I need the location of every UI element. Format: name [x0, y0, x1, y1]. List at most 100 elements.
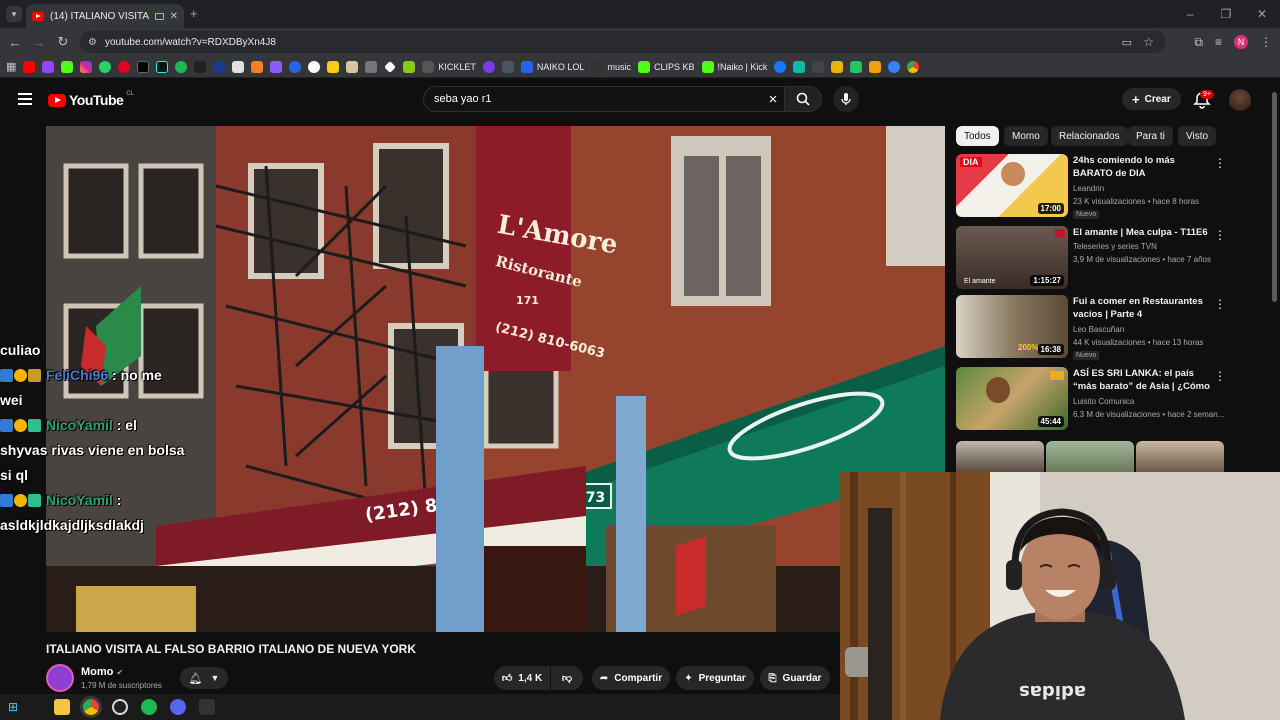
tab-close-icon[interactable]: ✕ — [170, 11, 178, 22]
bookmark-yellow-icon[interactable] — [327, 60, 340, 73]
bookmark-lime-icon[interactable] — [850, 60, 863, 73]
profile-avatar[interactable]: N — [1234, 35, 1248, 49]
media-controls-icon[interactable]: ≡ — [1215, 35, 1222, 49]
chip-relacionados[interactable]: Relacionados — [1051, 126, 1128, 146]
site-info-icon[interactable]: ⚙ — [88, 37, 97, 48]
chip-para-ti[interactable]: Para ti — [1128, 126, 1173, 146]
apps-grid-icon[interactable]: ▦ — [6, 60, 16, 73]
bookmark-tiktok-icon[interactable] — [156, 60, 169, 73]
more-options-icon[interactable]: ⋮ — [1214, 228, 1226, 242]
microphone-icon — [841, 93, 851, 105]
bookmark-instagram-icon[interactable] — [80, 60, 93, 73]
bookmark-clips-kb[interactable]: CLIPS KB — [637, 60, 695, 73]
clear-search-icon[interactable]: × — [761, 91, 785, 108]
account-avatar[interactable] — [1229, 89, 1251, 111]
bookmark-steam-icon[interactable] — [308, 60, 321, 73]
bookmark-diamond-icon[interactable] — [384, 60, 397, 73]
forward-icon[interactable]: → — [27, 35, 51, 50]
tab-search-icon[interactable]: ▾ — [6, 6, 22, 22]
chat-text-continued: wei — [0, 392, 23, 408]
bookmark-green-icon[interactable] — [403, 60, 416, 73]
ask-button[interactable]: ✦ Preguntar — [676, 666, 754, 690]
bookmark-youtube-icon[interactable] — [23, 60, 36, 73]
chrome-taskbar-icon[interactable] — [83, 699, 100, 715]
recommended-video[interactable]: DIA 17:00 24hs comiendo lo más BARATO de… — [956, 154, 1226, 219]
recommended-video[interactable]: 45:44 ASÍ ES SRI LANKA: el país “más bar… — [956, 367, 1226, 431]
share-button[interactable]: ➦ Compartir — [592, 666, 670, 690]
shorts-thumbnail[interactable] — [1136, 441, 1224, 472]
bookmark-pinterest-icon[interactable] — [118, 60, 131, 73]
windows-start-icon[interactable]: ⊞ — [8, 700, 18, 714]
spotify-taskbar-icon[interactable] — [141, 699, 158, 715]
obs-taskbar-icon[interactable] — [112, 699, 129, 715]
search-input[interactable]: seba yao r1 × — [423, 86, 786, 112]
like-button[interactable]: 👍︎ 1,4 K — [494, 666, 550, 690]
more-options-icon[interactable]: ⋮ — [1214, 369, 1226, 383]
bookmark-purple-icon[interactable] — [482, 60, 495, 73]
youtube-logo[interactable]: YouTube CL — [48, 91, 134, 108]
bookmark-swirl-icon[interactable] — [888, 60, 901, 73]
shorts-thumbnail[interactable] — [1046, 441, 1134, 472]
bookmark-search-icon[interactable] — [289, 60, 302, 73]
tab-audio-icon[interactable] — [154, 12, 164, 20]
subscription-bell-button[interactable]: 🔔︎ ▼ — [180, 667, 228, 689]
more-options-icon[interactable]: ⋮ — [1214, 297, 1226, 311]
voice-search-button[interactable] — [833, 86, 859, 112]
bookmark-x-icon[interactable] — [137, 60, 150, 73]
search-button[interactable] — [784, 86, 822, 112]
bookmark-chrome-icon[interactable] — [907, 60, 920, 73]
bookmark-naiko-lol[interactable]: NAIKO LOL — [520, 60, 584, 73]
bookmark-facebook-icon[interactable] — [774, 60, 787, 73]
recommended-video[interactable]: 200% 16:38 Fui a comer en Restaurantes v… — [956, 295, 1226, 360]
shorts-thumbnail[interactable] — [956, 441, 1044, 472]
bookmark-kick-icon[interactable] — [61, 60, 74, 73]
bookmark-music[interactable]: music — [591, 60, 631, 73]
close-window-icon[interactable]: ✕ — [1244, 0, 1280, 28]
bookmark-dark-icon[interactable] — [812, 60, 825, 73]
bookmark-star-icon[interactable]: ☆ — [1143, 35, 1154, 49]
bookmark-cat-icon[interactable] — [346, 60, 359, 73]
browser-menu-icon[interactable]: ⋮ — [1260, 35, 1272, 49]
more-options-icon[interactable]: ⋮ — [1214, 156, 1226, 170]
channel-name[interactable]: Momo ✔ — [81, 666, 123, 678]
dislike-button[interactable]: 👎︎ — [551, 666, 583, 690]
bookmark-cloud-icon[interactable] — [232, 60, 245, 73]
channel-avatar[interactable] — [46, 664, 74, 692]
bookmark-teal-icon[interactable] — [793, 60, 806, 73]
bookmark-naiko-kick[interactable]: !Naiko | Kick — [701, 60, 767, 73]
minimize-icon[interactable]: – — [1172, 0, 1208, 28]
naiko-lol-icon — [520, 60, 533, 73]
chip-todos[interactable]: Todos — [956, 126, 999, 146]
bookmark-s-icon[interactable] — [194, 60, 207, 73]
browser-tab-youtube[interactable]: (14) ITALIANO VISITA AL FA ✕ — [26, 4, 184, 28]
back-icon[interactable]: ← — [3, 35, 27, 50]
bookmark-gray-icon[interactable] — [365, 60, 378, 73]
cast-icon[interactable]: ▭ — [1122, 36, 1132, 49]
chip-visto[interactable]: Visto — [1178, 126, 1217, 146]
save-button[interactable]: ⎘ Guardar — [760, 666, 830, 690]
create-button[interactable]: + Crear — [1122, 88, 1181, 110]
bookmark-blue-icon[interactable] — [213, 60, 226, 73]
recommended-video[interactable]: El amante 1:15:27 El amante | Mea culpa … — [956, 226, 1226, 290]
extensions-icon[interactable]: ⧉ — [1194, 35, 1203, 50]
app-taskbar-icon[interactable] — [199, 699, 216, 715]
reload-icon[interactable]: ↻ — [51, 34, 75, 50]
restore-icon[interactable]: ❐ — [1208, 0, 1244, 28]
bookmark-u-icon[interactable] — [869, 60, 882, 73]
bookmark-twitch-icon[interactable] — [42, 60, 55, 73]
new-tab-icon[interactable]: + — [190, 6, 198, 21]
thumb-tvn-logo — [1055, 229, 1065, 237]
bookmark-shop-icon[interactable] — [270, 60, 283, 73]
bookmark-shield-icon[interactable] — [501, 60, 514, 73]
page-scrollbar[interactable] — [1272, 92, 1277, 302]
chip-momo[interactable]: Momo — [1004, 126, 1048, 146]
address-bar[interactable]: ⚙ youtube.com/watch?v=RDXDByXn4J8 ▭ ☆ — [80, 31, 1166, 53]
bookmark-gold-icon[interactable] — [831, 60, 844, 73]
bookmark-kicklet[interactable]: KICKLET — [422, 60, 476, 73]
bookmark-orange-icon[interactable] — [251, 60, 264, 73]
bookmark-whatsapp-icon[interactable] — [99, 60, 112, 73]
file-explorer-icon[interactable] — [54, 699, 71, 715]
discord-taskbar-icon[interactable] — [170, 699, 187, 715]
menu-icon[interactable] — [18, 93, 32, 108]
bookmark-spotify-icon[interactable] — [175, 60, 188, 73]
